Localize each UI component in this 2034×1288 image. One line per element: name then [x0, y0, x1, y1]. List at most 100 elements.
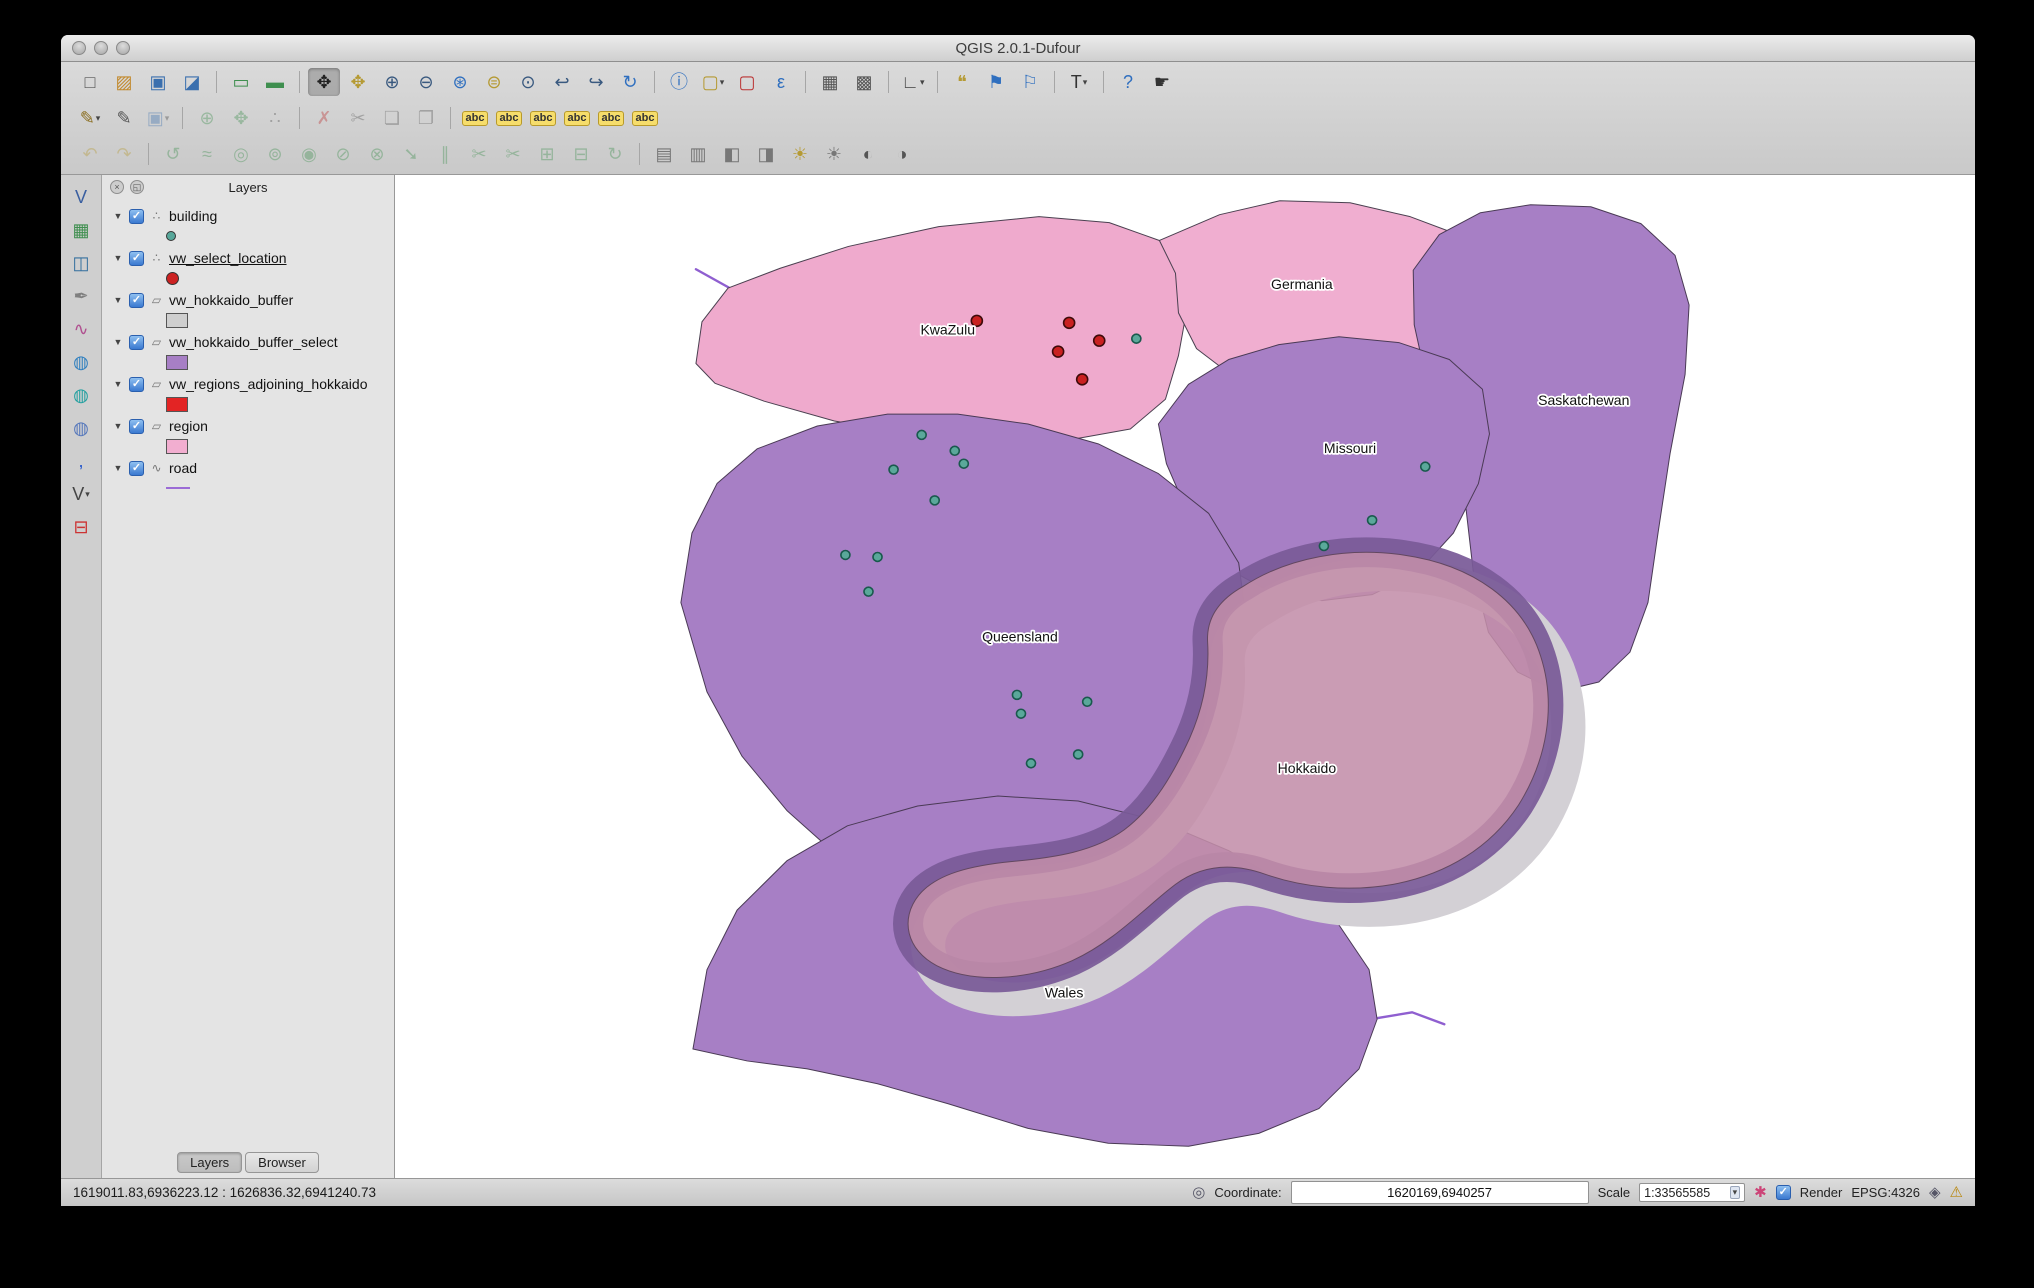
- panel-tab-layers[interactable]: Layers: [177, 1152, 243, 1173]
- add-vector-layer-button[interactable]: V: [65, 183, 97, 211]
- layer-checkbox[interactable]: ✓: [129, 292, 144, 308]
- current-edits-button[interactable]: ✎ ▾: [74, 104, 106, 132]
- coordinate-input[interactable]: [1290, 1181, 1589, 1204]
- new-bookmark-button[interactable]: ⚑: [980, 68, 1012, 96]
- dropdown-arrow-icon[interactable]: ▾: [720, 77, 725, 88]
- layer-name[interactable]: region: [169, 418, 208, 434]
- split-features-button[interactable]: ✂: [463, 140, 495, 168]
- merge-attributes-button[interactable]: ⊟: [565, 140, 597, 168]
- expand-arrow-icon[interactable]: ▼: [112, 421, 124, 431]
- add-feature-button[interactable]: ⊕: [191, 104, 223, 132]
- save-project-button[interactable]: ▣: [142, 68, 174, 96]
- toggle-extents-button[interactable]: ◎: [1192, 1185, 1205, 1200]
- toggle-editing-button[interactable]: ✎: [108, 104, 140, 132]
- simplify-feature-button[interactable]: ≈: [191, 140, 223, 168]
- add-postgis-layer-button[interactable]: ◫: [65, 249, 97, 277]
- delete-ring-button[interactable]: ⊘: [327, 140, 359, 168]
- zoom-full-button[interactable]: ⊛: [444, 68, 476, 96]
- map-canvas[interactable]: KwaZulu Germania Saskatchewan Missouri Queen…: [395, 175, 1975, 1178]
- layer-checkbox[interactable]: ✓: [129, 208, 144, 224]
- layer-name[interactable]: vw_regions_adjoining_hokkaido: [169, 376, 367, 392]
- move-feature-button[interactable]: ✥: [225, 104, 257, 132]
- select-features-button[interactable]: ▢ ▾: [697, 68, 729, 96]
- add-ring-button[interactable]: ◎: [225, 140, 257, 168]
- layer-checkbox[interactable]: ✓: [129, 334, 144, 350]
- new-print-composer-button[interactable]: ▭: [225, 68, 257, 96]
- layer-checkbox[interactable]: ✓: [129, 376, 144, 392]
- copy-features-button[interactable]: ❏: [376, 104, 408, 132]
- dropdown-arrow-icon[interactable]: ▾: [920, 77, 925, 88]
- split-parts-button[interactable]: ✂: [497, 140, 529, 168]
- layer-checkbox[interactable]: ✓: [129, 418, 144, 434]
- add-part-button[interactable]: ⊚: [259, 140, 291, 168]
- layer-row-region[interactable]: ▼ ✓ ▱ region: [112, 415, 394, 437]
- change-label-button[interactable]: abc: [629, 104, 661, 132]
- dropdown-arrow-icon[interactable]: ▾: [96, 113, 101, 124]
- deselect-all-button[interactable]: ▢: [731, 68, 763, 96]
- layer-row-vw_hokkaido_buffer_select[interactable]: ▼ ✓ ▱ vw_hokkaido_buffer_select: [112, 331, 394, 353]
- whats-this-button[interactable]: ☛: [1146, 68, 1178, 96]
- pin-labels-button[interactable]: abc: [561, 104, 593, 132]
- expand-arrow-icon[interactable]: ▼: [112, 463, 124, 473]
- increase-brightness-button[interactable]: ☀: [784, 140, 816, 168]
- show-bookmarks-button[interactable]: ⚐: [1014, 68, 1046, 96]
- delete-part-button[interactable]: ⊗: [361, 140, 393, 168]
- new-shapefile-layer-button[interactable]: V ▾: [65, 480, 97, 508]
- show-hide-labels-button[interactable]: abc: [595, 104, 627, 132]
- layer-checkbox[interactable]: ✓: [129, 460, 144, 476]
- remove-layer-button[interactable]: ⊟: [65, 513, 97, 541]
- zoom-in-button[interactable]: ⊕: [376, 68, 408, 96]
- layer-name[interactable]: building: [169, 208, 217, 224]
- layer-name[interactable]: vw_select_location: [169, 250, 287, 266]
- expand-arrow-icon[interactable]: ▼: [112, 253, 124, 263]
- layer-name[interactable]: vw_hokkaido_buffer_select: [169, 334, 338, 350]
- dropdown-arrow-icon[interactable]: ▾: [85, 489, 90, 500]
- local-contrast-stretch-button[interactable]: ◧: [716, 140, 748, 168]
- panel-tab-browser[interactable]: Browser: [245, 1152, 319, 1173]
- zoom-to-layer-button[interactable]: ⊙: [512, 68, 544, 96]
- save-layer-edits-button[interactable]: ▣ ▾: [142, 104, 174, 132]
- fill-ring-button[interactable]: ◉: [293, 140, 325, 168]
- expand-arrow-icon[interactable]: ▼: [112, 295, 124, 305]
- zoom-window-button[interactable]: [116, 41, 130, 55]
- open-project-button[interactable]: ▨: [108, 68, 140, 96]
- refresh-map-button[interactable]: ↻: [614, 68, 646, 96]
- layer-row-vw_regions_adjoining_hokkaido[interactable]: ▼ ✓ ▱ vw_regions_adjoining_hokkaido: [112, 373, 394, 395]
- rotate-point-symbols-button[interactable]: ↻: [599, 140, 631, 168]
- layer-row-vw_hokkaido_buffer[interactable]: ▼ ✓ ▱ vw_hokkaido_buffer: [112, 289, 394, 311]
- new-project-button[interactable]: □: [74, 68, 106, 96]
- combo-arrow-icon[interactable]: ▾: [1729, 1186, 1741, 1199]
- layer-row-vw_select_location[interactable]: ▼ ✓ ∴ vw_select_location: [112, 247, 394, 269]
- add-wcs-layer-button[interactable]: ◍: [65, 381, 97, 409]
- panel-float-icon[interactable]: ◱: [130, 180, 144, 194]
- titlebar[interactable]: QGIS 2.0.1-Dufour: [61, 35, 1975, 62]
- pan-to-selection-button[interactable]: ✥: [342, 68, 374, 96]
- minimize-window-button[interactable]: [94, 41, 108, 55]
- save-project-as-button[interactable]: ◪: [176, 68, 208, 96]
- add-wfs-layer-button[interactable]: ◍: [65, 414, 97, 442]
- close-window-button[interactable]: [72, 41, 86, 55]
- expand-arrow-icon[interactable]: ▼: [112, 379, 124, 389]
- field-calculator-button[interactable]: ▩: [848, 68, 880, 96]
- text-annotation-button[interactable]: T ▾: [1063, 68, 1095, 96]
- expand-arrow-icon[interactable]: ▼: [112, 211, 124, 221]
- measure-button[interactable]: ∟ ▾: [897, 68, 929, 96]
- dropdown-arrow-icon[interactable]: ▾: [1083, 77, 1088, 88]
- composer-manager-button[interactable]: ▬: [259, 68, 291, 96]
- stop-rendering-button[interactable]: ✱: [1754, 1185, 1767, 1200]
- zoom-next-button[interactable]: ↪: [580, 68, 612, 96]
- cut-features-button[interactable]: ✂: [342, 104, 374, 132]
- full-contrast-stretch-button[interactable]: ◨: [750, 140, 782, 168]
- rotate-feature-button[interactable]: ↺: [157, 140, 189, 168]
- select-by-expression-button[interactable]: ε: [765, 68, 797, 96]
- dropdown-arrow-icon[interactable]: ▾: [165, 113, 170, 124]
- add-delimited-text-layer-button[interactable]: ,: [65, 447, 97, 475]
- identify-features-button[interactable]: ⓘ: [663, 68, 695, 96]
- decrease-contrast-button[interactable]: ◑: [886, 140, 918, 168]
- move-label-button[interactable]: abc: [493, 104, 525, 132]
- open-attribute-table-button[interactable]: ▦: [814, 68, 846, 96]
- increase-contrast-button[interactable]: ◐: [852, 140, 884, 168]
- pan-map-button[interactable]: ✥: [308, 68, 340, 96]
- layer-row-building[interactable]: ▼ ✓ ∴ building: [112, 205, 394, 227]
- scale-combo[interactable]: 1:33565585 ▾: [1639, 1183, 1746, 1202]
